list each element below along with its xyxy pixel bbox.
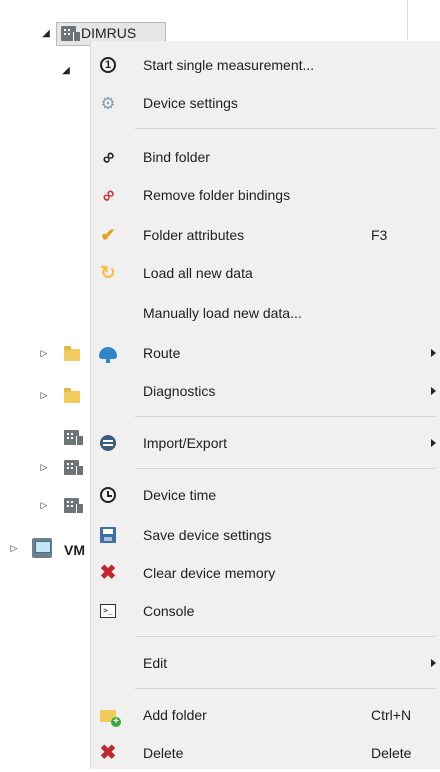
menu-item-label: Bind folder — [143, 149, 210, 165]
menu-item-label: Remove folder bindings — [143, 187, 291, 203]
expand-arrow-icon[interactable]: ▷ — [38, 462, 50, 474]
menu-item-folder-attributes[interactable]: ✔ Folder attributes F3 — [91, 216, 440, 254]
menu-item-shortcut: Ctrl+N — [371, 707, 412, 723]
menu-item-bind-folder[interactable]: ∞ Bind folder — [91, 138, 440, 176]
menu-item-add-folder[interactable]: Add folder Ctrl+N — [91, 696, 440, 734]
expand-arrow-icon[interactable]: ▷ — [38, 500, 50, 512]
menu-separator — [135, 128, 435, 129]
menu-item-label: Route — [143, 345, 181, 361]
tree-node-building-1[interactable] — [64, 430, 83, 445]
gears-icon: ⚙ — [100, 93, 116, 113]
menu-item-label: Add folder — [143, 707, 207, 723]
menu-item-clear-device-memory[interactable]: ✖ Clear device memory — [91, 554, 440, 592]
submenu-arrow-icon — [431, 659, 436, 667]
tree-expander-root[interactable]: ◢ — [40, 27, 52, 39]
tree-node-dimrus-icon — [61, 26, 80, 41]
building-icon — [64, 460, 83, 475]
menu-item-label: Start single measurement... — [143, 57, 315, 73]
building-icon — [64, 430, 83, 445]
tree-node-building-3[interactable]: ▷ — [38, 498, 83, 513]
tree-node-vm-label[interactable]: VM — [64, 542, 85, 558]
save-icon — [97, 524, 119, 546]
submenu-arrow-icon — [431, 387, 436, 395]
tree-expander-child[interactable]: ◢ — [60, 64, 72, 76]
menu-separator — [135, 468, 435, 469]
menu-item-shortcut: Delete — [371, 745, 412, 761]
menu-item-device-settings[interactable]: ⚙ Device settings — [91, 84, 440, 122]
submenu-arrow-icon — [431, 439, 436, 447]
menu-item-save-device-settings[interactable]: Save device settings — [91, 516, 440, 554]
tree-node-dimrus-label[interactable]: DIMRUS — [81, 25, 136, 41]
submenu-arrow-icon — [431, 349, 436, 357]
menu-item-label: Delete — [143, 745, 184, 761]
menu-item-start-single-measurement[interactable]: 1 Start single measurement... — [91, 46, 440, 84]
refresh-icon: ↻ — [100, 262, 116, 284]
folder-icon — [64, 346, 80, 361]
circle-one-icon: 1 — [97, 54, 119, 76]
building-icon — [61, 26, 80, 41]
menu-item-label: Console — [143, 603, 195, 619]
console-icon: >_ — [97, 600, 119, 622]
menu-item-edit[interactable]: Edit — [91, 644, 440, 682]
red-x-icon: ✖ — [99, 562, 117, 584]
tree-node-folder-2[interactable]: ▷ — [38, 388, 80, 403]
unlink-icon: ∞ — [96, 183, 120, 207]
expand-arrow-icon[interactable]: ▷ — [8, 542, 20, 554]
expand-arrow-icon[interactable]: ▷ — [38, 348, 50, 360]
menu-item-console[interactable]: >_ Console — [91, 592, 440, 630]
menu-item-remove-folder-bindings[interactable]: ∞ Remove folder bindings — [91, 176, 440, 214]
menu-item-label: Manually load new data... — [143, 305, 302, 321]
menu-separator — [135, 688, 435, 689]
menu-item-label: Device settings — [143, 95, 238, 111]
menu-item-label: Folder attributes — [143, 227, 245, 243]
menu-item-manually-load-new-data[interactable]: Manually load new data... — [91, 294, 440, 332]
folder-icon — [64, 388, 80, 403]
red-x-icon: ✖ — [99, 742, 117, 764]
menu-separator — [135, 416, 435, 417]
collapse-arrow-icon[interactable]: ◢ — [40, 27, 52, 39]
clock-icon — [97, 484, 119, 506]
menu-item-load-all-new-data[interactable]: ↻ Load all new data — [91, 254, 440, 292]
import-export-icon — [97, 432, 119, 454]
menu-item-device-time[interactable]: Device time — [91, 476, 440, 514]
menu-item-label: Device time — [143, 487, 217, 503]
collapse-arrow-icon[interactable]: ◢ — [60, 64, 72, 76]
menu-item-label: Load all new data — [143, 265, 253, 281]
checkmark-icon: ✔ — [100, 224, 116, 245]
route-icon — [97, 342, 119, 364]
menu-item-label: Save device settings — [143, 527, 272, 543]
menu-item-label: Import/Export — [143, 435, 228, 451]
tree-node-building-2[interactable]: ▷ — [38, 460, 83, 475]
tree-node-folder-1[interactable]: ▷ — [38, 346, 80, 361]
panel-divider — [407, 0, 408, 40]
menu-separator — [135, 636, 435, 637]
device-monitor-icon — [32, 538, 52, 558]
menu-item-label: Edit — [143, 655, 168, 671]
menu-item-import-export[interactable]: Import/Export — [91, 424, 440, 462]
tree-node-vm[interactable]: ▷ — [8, 538, 52, 558]
add-folder-icon — [97, 704, 121, 727]
menu-item-diagnostics[interactable]: Diagnostics — [91, 372, 440, 410]
menu-item-route[interactable]: Route — [91, 334, 440, 372]
menu-item-label: Diagnostics — [143, 383, 216, 399]
expand-arrow-icon[interactable]: ▷ — [38, 390, 50, 402]
link-icon: ∞ — [96, 145, 120, 169]
menu-item-label: Clear device memory — [143, 565, 276, 581]
context-menu: 1 Start single measurement... ⚙ Device s… — [90, 41, 440, 769]
building-icon — [64, 498, 83, 513]
menu-item-delete[interactable]: ✖ Delete Delete — [91, 734, 440, 772]
menu-item-shortcut: F3 — [371, 227, 388, 243]
